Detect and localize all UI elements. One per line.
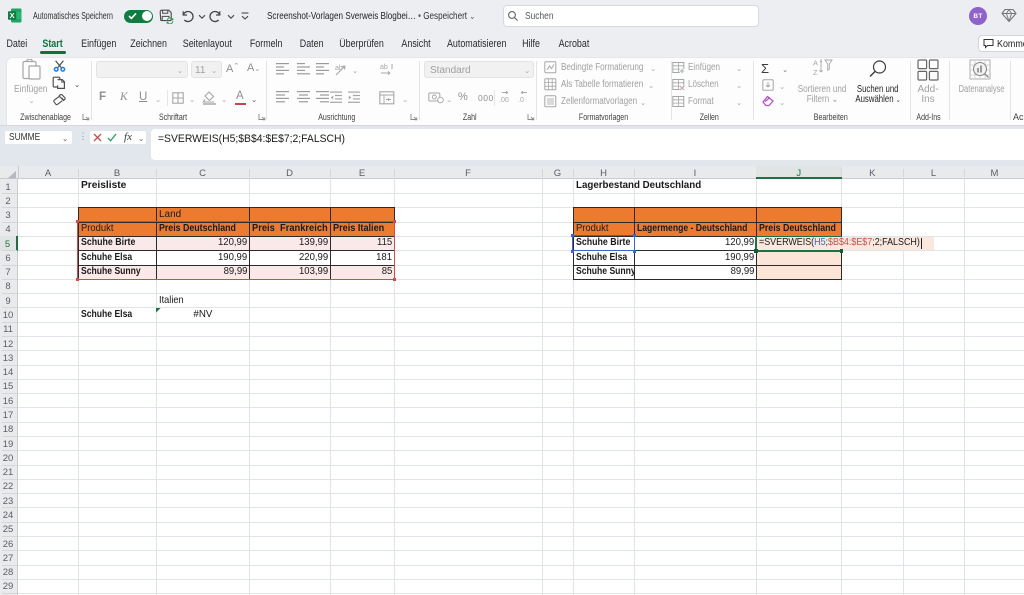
svg-text:A: A (813, 59, 818, 68)
svg-text:.0: .0 (518, 97, 524, 104)
svg-text:Z: Z (813, 68, 818, 77)
svg-text:X: X (10, 11, 15, 20)
svg-text:ab: ab (335, 65, 343, 72)
svg-text:.00: .00 (499, 97, 509, 104)
svg-text:ab: ab (380, 64, 388, 71)
